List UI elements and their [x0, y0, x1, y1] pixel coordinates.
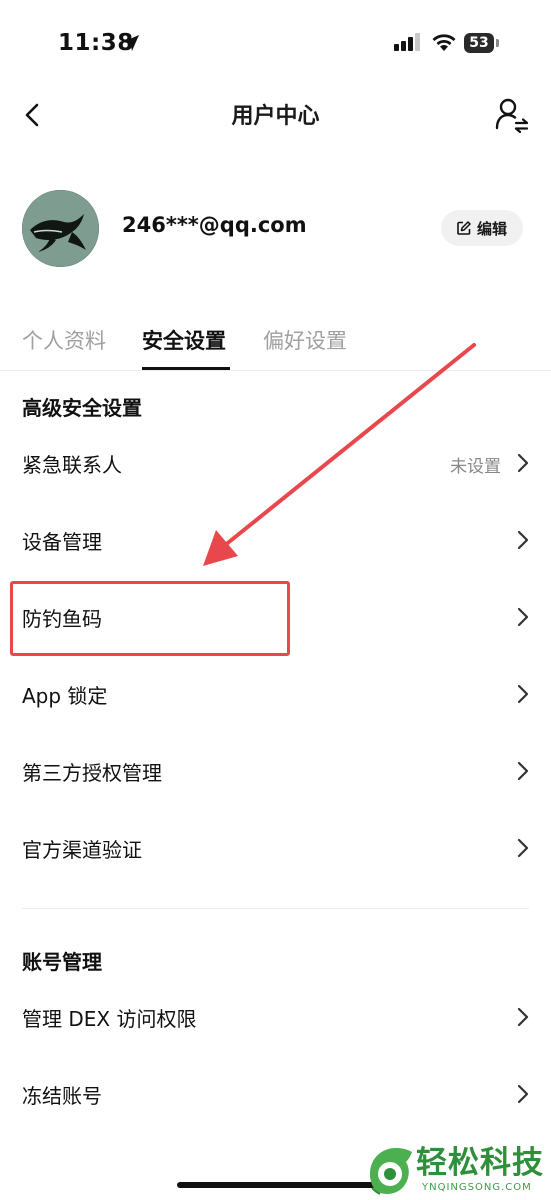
list-item-emergency-contact[interactable]: 紧急联系人 未设置: [0, 433, 551, 493]
status-bar: 11:38 53: [0, 0, 551, 90]
list-item-label: 设备管理: [22, 530, 102, 554]
tab-preferences[interactable]: 偏好设置: [263, 325, 347, 357]
tab-personal-info[interactable]: 个人资料: [22, 325, 106, 357]
list-item-device-management[interactable]: 设备管理: [0, 510, 551, 570]
chevron-right-icon: [517, 453, 529, 473]
list-item-third-party-auth[interactable]: 第三方授权管理: [0, 741, 551, 801]
list-item-official-channel-verify[interactable]: 官方渠道验证: [0, 818, 551, 878]
list-item-app-lock[interactable]: App 锁定: [0, 664, 551, 724]
cellular-signal-icon: [394, 33, 420, 51]
list-item-value: 未设置: [450, 457, 501, 477]
list-item-freeze-account[interactable]: 冻结账号: [0, 1064, 551, 1124]
chevron-right-icon: [517, 607, 529, 627]
chevron-right-icon: [517, 684, 529, 704]
location-arrow-icon: [123, 35, 139, 51]
list-item-label: 管理 DEX 访问权限: [22, 1007, 197, 1031]
edit-icon: [457, 221, 471, 235]
chevron-right-icon: [517, 761, 529, 781]
user-switch-icon[interactable]: [494, 97, 530, 133]
list-item-label: 紧急联系人: [22, 453, 122, 477]
section-divider: [22, 908, 529, 909]
whale-avatar-icon: [22, 190, 99, 267]
chevron-right-icon: [517, 1007, 529, 1027]
watermark: 轻松科技 YNQINGSONG.COM: [366, 1142, 551, 1200]
tab-bar: 个人资料 安全设置 偏好设置: [0, 325, 551, 371]
chevron-right-icon: [517, 838, 529, 858]
list-item-label: 官方渠道验证: [22, 838, 142, 862]
page-title: 用户中心: [231, 104, 320, 129]
avatar[interactable]: [22, 190, 99, 267]
chevron-right-icon: [517, 530, 529, 550]
list-item-label: 冻结账号: [22, 1084, 102, 1108]
section-title-account-management: 账号管理: [22, 950, 102, 974]
watermark-subtext: YNQINGSONG.COM: [422, 1182, 532, 1193]
leaf-logo-icon: [370, 1148, 412, 1195]
home-indicator[interactable]: [177, 1182, 377, 1188]
tabs-divider: [0, 370, 551, 371]
edit-button-label: 编辑: [476, 219, 507, 238]
watermark-text: 轻松科技: [416, 1145, 544, 1181]
battery-icon: 53: [464, 33, 500, 55]
annotation-highlight-box: [10, 581, 290, 656]
battery-cap: [496, 39, 499, 47]
list-item-label: 第三方授权管理: [22, 761, 162, 785]
tab-security-settings[interactable]: 安全设置: [142, 325, 226, 357]
account-email: 246***@qq.com: [122, 213, 307, 237]
section-title-advanced-security: 高级安全设置: [22, 396, 142, 420]
list-item-label: App 锁定: [22, 684, 108, 708]
list-item-dex-access[interactable]: 管理 DEX 访问权限: [0, 987, 551, 1047]
chevron-right-icon: [517, 1084, 529, 1104]
wifi-icon: [432, 34, 456, 51]
edit-profile-button[interactable]: 编辑: [441, 210, 523, 246]
battery-level: 53: [464, 33, 494, 53]
